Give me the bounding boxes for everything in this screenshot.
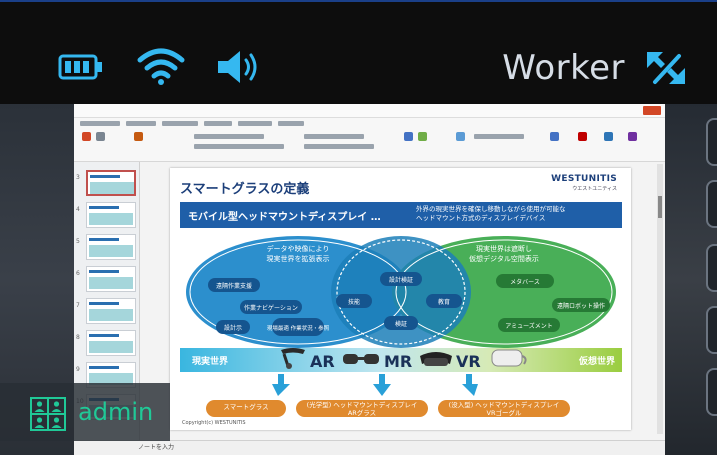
slide-thumbnail[interactable]	[86, 330, 136, 356]
venn-item: 検証	[395, 320, 407, 328]
user-name: admin	[78, 398, 154, 426]
slide-thumbnail[interactable]	[86, 298, 136, 324]
arrange-icon[interactable]	[418, 132, 427, 141]
addins-icon[interactable]	[628, 132, 637, 141]
slide-thumbnail[interactable]	[86, 234, 136, 260]
ribbon-tab[interactable]	[126, 121, 156, 126]
side-button-1[interactable]	[706, 118, 717, 166]
dictate-icon[interactable]	[578, 132, 587, 141]
new-slide-icon[interactable]	[134, 132, 143, 141]
users-grid-icon	[30, 397, 66, 431]
notes-hint[interactable]: ノートを入力	[138, 442, 174, 451]
venn-item: 教育	[438, 298, 450, 306]
venn-item: 技能	[348, 298, 360, 306]
slide-canvas[interactable]: スマートグラスの定義 WESTUNITIS ウエストユニティス モバイル型ヘッド…	[170, 168, 631, 430]
ar-glasses-icon	[343, 354, 379, 364]
venn-item: 遠隔ロボット操作	[557, 302, 605, 310]
top-status-bar: Worker	[0, 0, 717, 108]
cut-icon[interactable]	[96, 132, 105, 141]
slide-footer: Copyright(c) WESTUNITIS	[182, 420, 246, 426]
designer-icon[interactable]	[604, 132, 613, 141]
venn-item: 遠隔作業支援	[216, 282, 252, 290]
shape-fill-icon[interactable]	[456, 132, 465, 141]
paragraph-tools[interactable]	[304, 134, 364, 139]
tech-label-vr: VR	[456, 352, 481, 371]
slide-thumbnail[interactable]	[86, 170, 136, 196]
venn-item: 設計示	[224, 324, 242, 332]
smartglass-device-icon	[281, 348, 305, 369]
venn-item: 作業ナビゲーション	[244, 304, 298, 312]
slide-thumbnail[interactable]	[86, 202, 136, 228]
right-circle-title-1: 現実世界は遮断し	[476, 244, 532, 253]
vr-goggles-icon	[491, 349, 527, 367]
slide-thumbnail[interactable]	[86, 266, 136, 292]
device-pill: (没入型) ヘッドマウントディスプレイ VRゴーグル	[438, 400, 570, 417]
ribbon-tab[interactable]	[80, 121, 120, 126]
venn-item: 現場最適 作業状況・参照	[267, 324, 330, 332]
side-button-3[interactable]	[706, 244, 717, 292]
banner-description: 外界の現実世界を確保し移動しながら使用が可能な ヘッドマウント方式のディスプレイ…	[416, 205, 566, 222]
down-arrow-icon	[272, 374, 290, 396]
ribbon-tab[interactable]	[278, 121, 304, 126]
venn-item: 設計検証	[389, 276, 413, 284]
tech-label-mr: MR	[384, 352, 413, 371]
brand-logo: WESTUNITIS	[551, 174, 617, 184]
down-arrow-icon	[462, 374, 478, 396]
mode-label: Worker	[502, 48, 625, 88]
side-button-4[interactable]	[706, 306, 717, 354]
ribbon-toolbar	[74, 118, 665, 162]
ribbon-tab[interactable]	[204, 121, 232, 126]
band-left-label: 現実世界	[192, 357, 229, 367]
venn-item: メタバース	[510, 278, 540, 286]
font-selector[interactable]	[194, 134, 264, 139]
window-title-bar	[74, 104, 665, 118]
ribbon-tab[interactable]	[162, 121, 198, 126]
ribbon-tab[interactable]	[238, 121, 272, 126]
tech-label-ar: AR	[310, 352, 335, 371]
expand-arrows-icon[interactable]	[643, 46, 689, 90]
left-circle-title-2: 現実世界を拡張表示	[267, 254, 330, 263]
wifi-icon	[137, 48, 185, 85]
scrollbar-thumb[interactable]	[658, 196, 662, 218]
slide-title: スマートグラスの定義	[180, 182, 310, 197]
side-button-5[interactable]	[706, 368, 717, 416]
mr-headset-icon	[420, 352, 452, 366]
venn-diagram: データや映像により 現実世界を拡張表示 現実世界は遮断し 仮想デジタル空間表示 …	[186, 236, 616, 348]
shapes-icon[interactable]	[404, 132, 413, 141]
paragraph-tools[interactable]	[304, 144, 374, 149]
find-icon[interactable]	[550, 132, 559, 141]
down-arrow-icon	[373, 374, 391, 396]
brand-subtitle: ウエストユニティス	[572, 186, 617, 192]
definition-banner: モバイル型ヘッドマウントディスプレイ … 外界の現実世界を確保し移動しながら使用…	[180, 202, 622, 228]
device-pill: スマートグラス	[206, 400, 286, 417]
side-button-2[interactable]	[706, 180, 717, 228]
band-right-label: 仮想世界	[578, 357, 615, 367]
font-format-tools[interactable]	[194, 144, 284, 149]
left-circle-title-1: データや映像により	[267, 244, 330, 253]
volume-icon[interactable]	[216, 48, 262, 86]
right-circle-title-2: 仮想デジタル空間表示	[469, 254, 539, 263]
drawing-tools[interactable]	[474, 134, 524, 139]
battery-icon	[58, 54, 102, 80]
paste-icon[interactable]	[82, 132, 91, 141]
device-pill: (光学型) ヘッドマウントディスプレイ ARグラス	[296, 400, 428, 417]
banner-title: モバイル型ヘッドマウントディスプレイ …	[188, 212, 381, 223]
venn-item: アミューズメント	[505, 322, 553, 330]
share-button[interactable]	[643, 106, 661, 115]
